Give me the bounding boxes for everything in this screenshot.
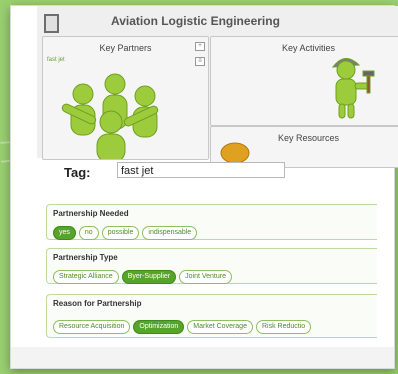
option-possible[interactable]: possible: [101, 226, 140, 240]
sticky-note[interactable]: fast jet: [47, 57, 65, 63]
option-no[interactable]: no: [78, 226, 99, 240]
document-icon[interactable]: [44, 14, 59, 33]
option-group: Resource Acquisition Optimization Market C…: [53, 315, 314, 334]
partners-group-figure: [61, 73, 159, 159]
tag-label: Tag:: [64, 165, 91, 180]
section-title: Partnership Needed: [53, 209, 129, 218]
business-canvas-panel: Aviation Logistic Engineering Key Partne…: [37, 6, 398, 168]
key-activities-box[interactable]: Key Activities: [210, 36, 398, 126]
option-risk-reduction[interactable]: Risk Reductio: [255, 320, 312, 334]
card-footer: [11, 347, 394, 368]
option-joint-venture[interactable]: Joint Venture: [179, 270, 232, 284]
tag-input[interactable]: fast jet: [117, 162, 285, 178]
option-strategic-alliance[interactable]: Strategic Alliance: [53, 270, 119, 284]
expand-icon[interactable]: +: [195, 42, 205, 51]
resources-figure: [220, 142, 250, 164]
option-market-coverage[interactable]: Market Coverage: [187, 320, 253, 334]
option-group: Strategic Alliance Byer-Supplier Joint Ven…: [53, 265, 235, 284]
option-yes[interactable]: yes: [53, 226, 76, 240]
key-partners-title: Key Partners: [99, 43, 152, 53]
option-resource-acquisition[interactable]: Resource Acquisition: [53, 320, 131, 334]
option-byer-supplier[interactable]: Byer-Supplier: [121, 270, 177, 284]
key-partners-box[interactable]: Key Partners + ≡ fast jet: [42, 36, 209, 160]
partnership-type-section: Partnership Type Strategic Alliance Byer-…: [46, 248, 377, 284]
reason-for-partnership-section: Reason for Partnership Resource Acquisit…: [46, 294, 377, 338]
canvas-title: Aviation Logistic Engineering: [111, 14, 280, 28]
option-group: yes no possible indispensable: [53, 221, 200, 240]
section-title: Partnership Type: [53, 253, 118, 262]
section-title: Reason for Partnership: [53, 299, 142, 308]
worker-figure: [331, 58, 375, 119]
option-indispensable[interactable]: indispensable: [142, 226, 198, 240]
edit-icon[interactable]: ≡: [195, 57, 205, 66]
partnership-needed-section: Partnership Needed yes no possible indispen…: [46, 204, 377, 240]
option-optimization[interactable]: Optimization: [133, 320, 185, 334]
